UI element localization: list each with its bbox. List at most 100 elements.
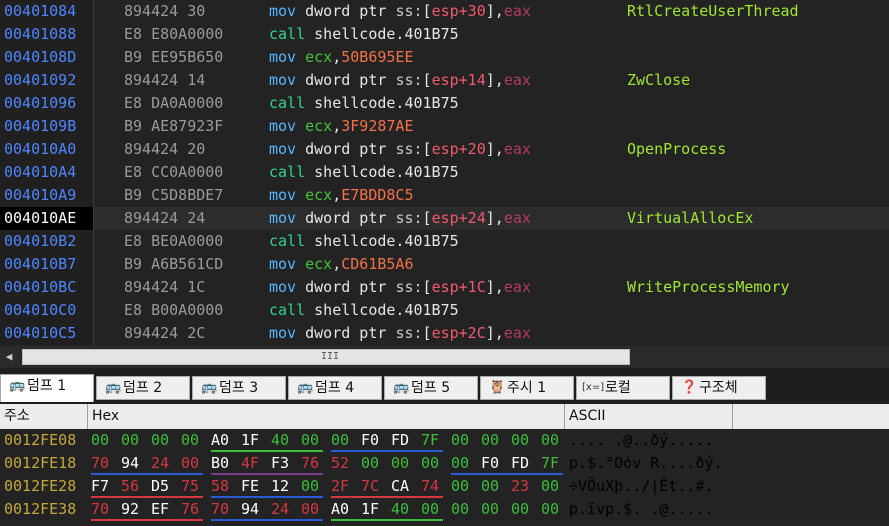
hex-byte[interactable]: 75 [181,475,205,498]
hex-byte[interactable]: CA [391,475,415,498]
hex-row-address[interactable]: 0012FE18 [4,452,76,475]
hex-byte[interactable]: FE [241,475,265,498]
disasm-row[interactable]: 00401096 E8 DA0A0000 call shellcode.401B75 [0,92,889,115]
disasm-row[interactable]: 004010AE 894424 24 mov dword ptr ss:[esp+2… [0,207,889,230]
scroll-left-arrow-icon[interactable]: ◀ [2,349,16,365]
hex-byte[interactable]: 4F [241,452,265,475]
disassembly-view[interactable]: 00401084 894424 30 mov dword ptr ss:[esp+3… [0,0,889,346]
hex-byte[interactable]: 00 [451,429,475,452]
hex-byte[interactable]: 00 [481,475,505,498]
hex-byte[interactable]: 40 [391,498,415,521]
hex-row-address[interactable]: 0012FE38 [4,498,76,521]
hex-byte[interactable]: F0 [361,429,385,452]
hex-byte[interactable]: 00 [391,452,415,475]
ascii-text[interactable]: .... .@..ðý..... [569,429,714,452]
hex-byte[interactable]: 00 [301,498,325,521]
tab-덤프-2[interactable]: 🚌 덤프 2 [96,376,190,400]
instruction-address[interactable]: 004010A9 [0,184,93,207]
instruction-address[interactable]: 00401096 [0,92,93,115]
hex-byte[interactable]: 00 [151,429,175,452]
hex-byte[interactable]: A0 [211,429,235,452]
hex-byte[interactable]: 00 [451,452,475,475]
disasm-row[interactable]: 0040108D B9 EE95B650 mov ecx,50B695EE [0,46,889,69]
hex-row[interactable]: 0012FE38 70 92 EF 76 70 94 24 00 A0 1F 40 00 00 00 00 00… [0,498,889,521]
tab-구조체[interactable]: ❓ 구조체 [672,376,766,400]
hex-byte[interactable]: 7C [361,475,385,498]
hex-row-address[interactable]: 0012FE08 [4,429,76,452]
hex-byte[interactable]: 58 [211,475,235,498]
hex-byte[interactable]: 00 [301,475,325,498]
tab-덤프-4[interactable]: 🚌 덤프 4 [288,376,382,400]
hex-byte[interactable]: 56 [121,475,145,498]
hex-byte[interactable]: 2F [331,475,355,498]
instruction-address[interactable]: 00401084 [0,0,93,23]
disasm-row[interactable]: 004010C5 894424 2C mov dword ptr ss:[esp+2… [0,322,889,345]
hex-dump-view[interactable]: 0012FE08 00 00 00 00 A0 1F 40 00 00 F0 FD 7F 00 00 00 00… [0,429,889,526]
horizontal-scrollbar[interactable]: ◀ III [0,346,889,368]
instruction-address[interactable]: 00401092 [0,69,93,92]
hex-byte[interactable]: 40 [271,429,295,452]
instruction-address[interactable]: 004010B2 [0,230,93,253]
tab-로컬[interactable]: [x=] 로컬 [576,376,670,400]
hex-byte[interactable]: F7 [91,475,115,498]
disasm-row[interactable]: 0040109B B9 AE87923F mov ecx,3F9287AE [0,115,889,138]
disasm-row[interactable]: 00401088 E8 E80A0000 call shellcode.401B75 [0,23,889,46]
hex-byte[interactable]: 00 [361,452,385,475]
hex-byte[interactable]: 00 [511,498,535,521]
hex-byte[interactable]: 00 [331,429,355,452]
hex-byte[interactable]: 70 [211,498,235,521]
hex-byte[interactable]: 00 [481,498,505,521]
disasm-row[interactable]: 00401084 894424 30 mov dword ptr ss:[esp+3… [0,0,889,23]
hex-byte[interactable]: 24 [271,498,295,521]
hex-byte[interactable]: 94 [121,452,145,475]
instruction-address[interactable]: 004010A4 [0,161,93,184]
hex-byte[interactable]: 00 [541,475,565,498]
hex-row[interactable]: 0012FE28 F7 56 D5 75 58 FE 12 00 2F 7C CA 74 00 00 23 00… [0,475,889,498]
hex-byte[interactable]: 00 [181,429,205,452]
hex-byte[interactable]: 00 [541,498,565,521]
tab-덤프-3[interactable]: 🚌 덤프 3 [192,376,286,400]
hex-row-address[interactable]: 0012FE28 [4,475,76,498]
disasm-row[interactable]: 004010A4 E8 CC0A0000 call shellcode.401B75 [0,161,889,184]
hex-byte[interactable]: 1F [241,429,265,452]
hex-byte[interactable]: 00 [451,475,475,498]
hex-byte[interactable]: 00 [181,452,205,475]
header-address[interactable]: 주소 [0,404,88,429]
instruction-address[interactable]: 004010BC [0,276,93,299]
ascii-text[interactable]: ÷VÕuXþ../|Êt..#. [569,475,714,498]
hex-byte[interactable]: 00 [91,429,115,452]
disasm-row[interactable]: 004010A0 894424 20 mov dword ptr ss:[esp+2… [0,138,889,161]
hex-byte[interactable]: 00 [421,498,445,521]
hex-byte[interactable]: 70 [91,498,115,521]
instruction-address[interactable]: 004010A0 [0,138,93,161]
hex-byte[interactable]: 24 [151,452,175,475]
ascii-text[interactable]: p.$.°Oóv R....ðý. [569,452,723,475]
disasm-row[interactable]: 004010C0 E8 B00A0000 call shellcode.401B75 [0,299,889,322]
hex-byte[interactable]: EF [151,498,175,521]
instruction-address[interactable]: 004010AE [0,207,93,230]
disasm-row[interactable]: 004010A9 B9 C5D8BDE7 mov ecx,E7BDD8C5 [0,184,889,207]
hex-byte[interactable]: 00 [121,429,145,452]
hex-byte[interactable]: 1F [361,498,385,521]
hex-row[interactable]: 0012FE18 70 94 24 00 B0 4F F3 76 52 00 00 00 00 F0 FD 7F… [0,452,889,475]
tab-덤프-5[interactable]: 🚌 덤프 5 [384,376,478,400]
hex-byte[interactable]: 23 [511,475,535,498]
header-ascii[interactable]: ASCII [565,404,733,429]
hex-byte[interactable]: 7F [541,452,565,475]
hex-byte[interactable]: 70 [91,452,115,475]
hex-row[interactable]: 0012FE08 00 00 00 00 A0 1F 40 00 00 F0 FD 7F 00 00 00 00… [0,429,889,452]
instruction-address[interactable]: 004010C5 [0,322,93,345]
header-hex[interactable]: Hex [88,404,565,429]
ascii-text[interactable]: p.ïvp.$. .@..... [569,498,714,521]
instruction-address[interactable]: 0040108D [0,46,93,69]
hex-byte[interactable]: 74 [421,475,445,498]
hex-byte[interactable]: FD [391,429,415,452]
hex-byte[interactable]: 00 [481,429,505,452]
disasm-row[interactable]: 00401092 894424 14 mov dword ptr ss:[esp+1… [0,69,889,92]
hex-byte[interactable]: 12 [271,475,295,498]
hex-byte[interactable]: 92 [121,498,145,521]
hex-byte[interactable]: A0 [331,498,355,521]
hex-byte[interactable]: 52 [331,452,355,475]
tab-덤프-1[interactable]: 🚌 덤프 1 [0,374,94,402]
hex-byte[interactable]: F0 [481,452,505,475]
